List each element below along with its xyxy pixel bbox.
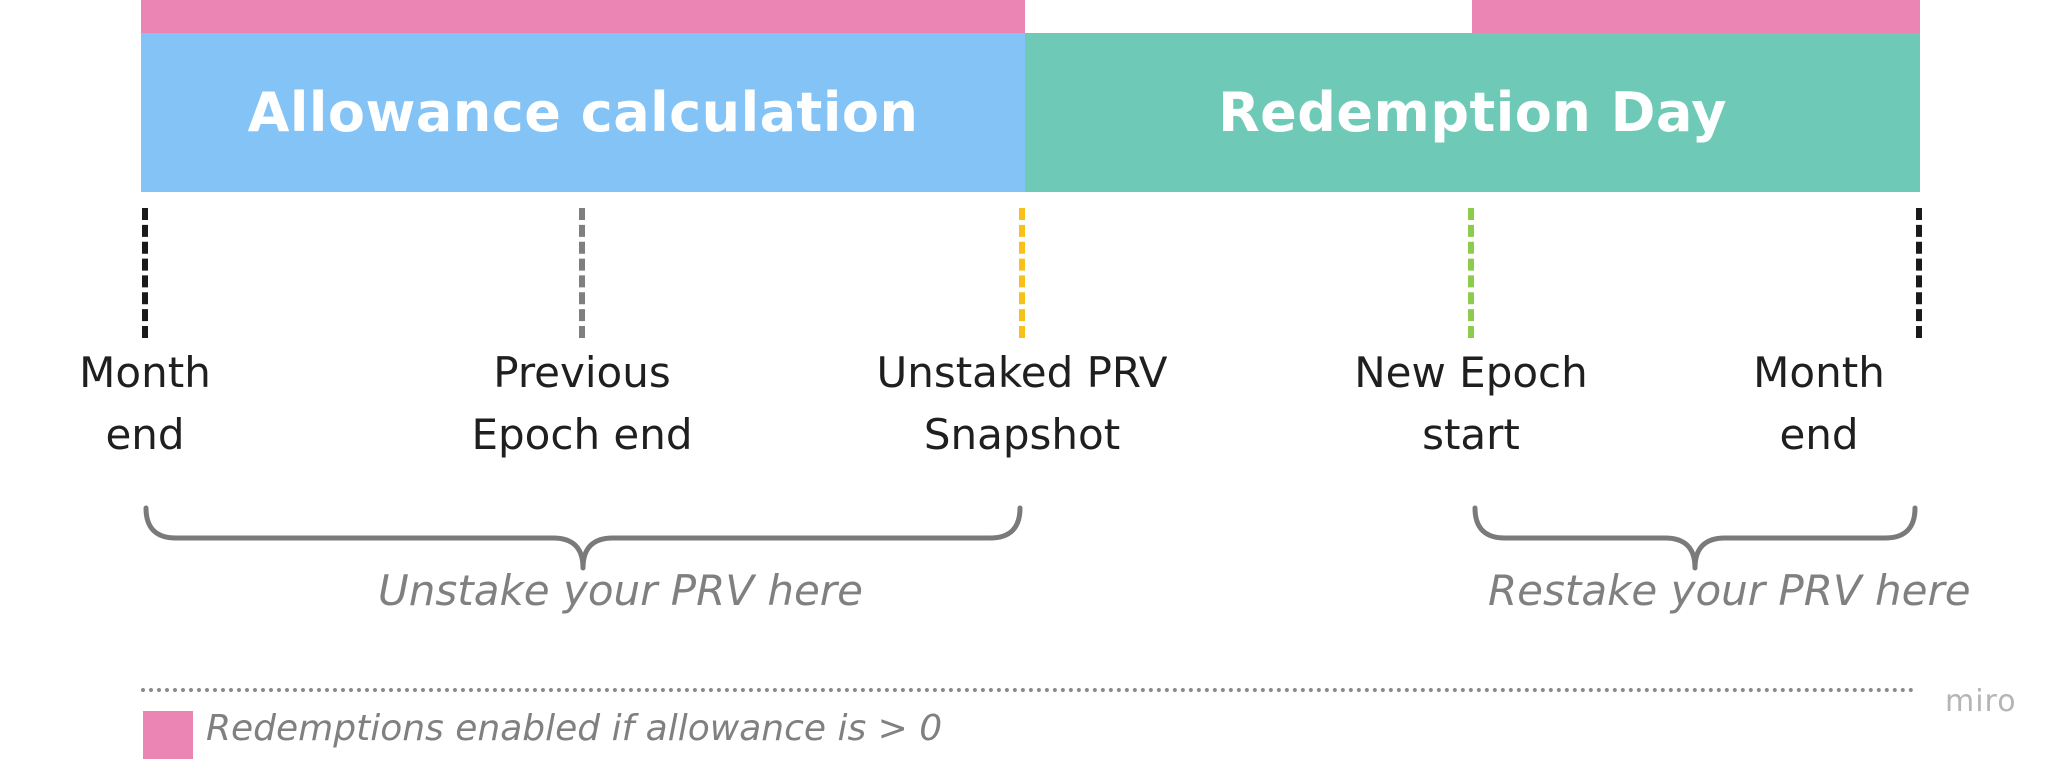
legend-divider [141, 688, 1915, 692]
legend-label-redemptions: Redemptions enabled if allowance is > 0 [206, 708, 943, 749]
braces-layer [143, 505, 1918, 571]
legend-swatch-redemptions [143, 711, 193, 759]
brace-caption-restake: Restake your PRV here [1488, 566, 1971, 615]
miro-watermark: miro [1945, 684, 2017, 719]
brace-caption-unstake: Unstake your PRV here [378, 566, 863, 615]
timeline-diagram: Allowance calculation Redemption Day Mon… [0, 0, 2058, 759]
brace-restake [1472, 505, 1918, 571]
brace-unstake [143, 505, 1023, 571]
